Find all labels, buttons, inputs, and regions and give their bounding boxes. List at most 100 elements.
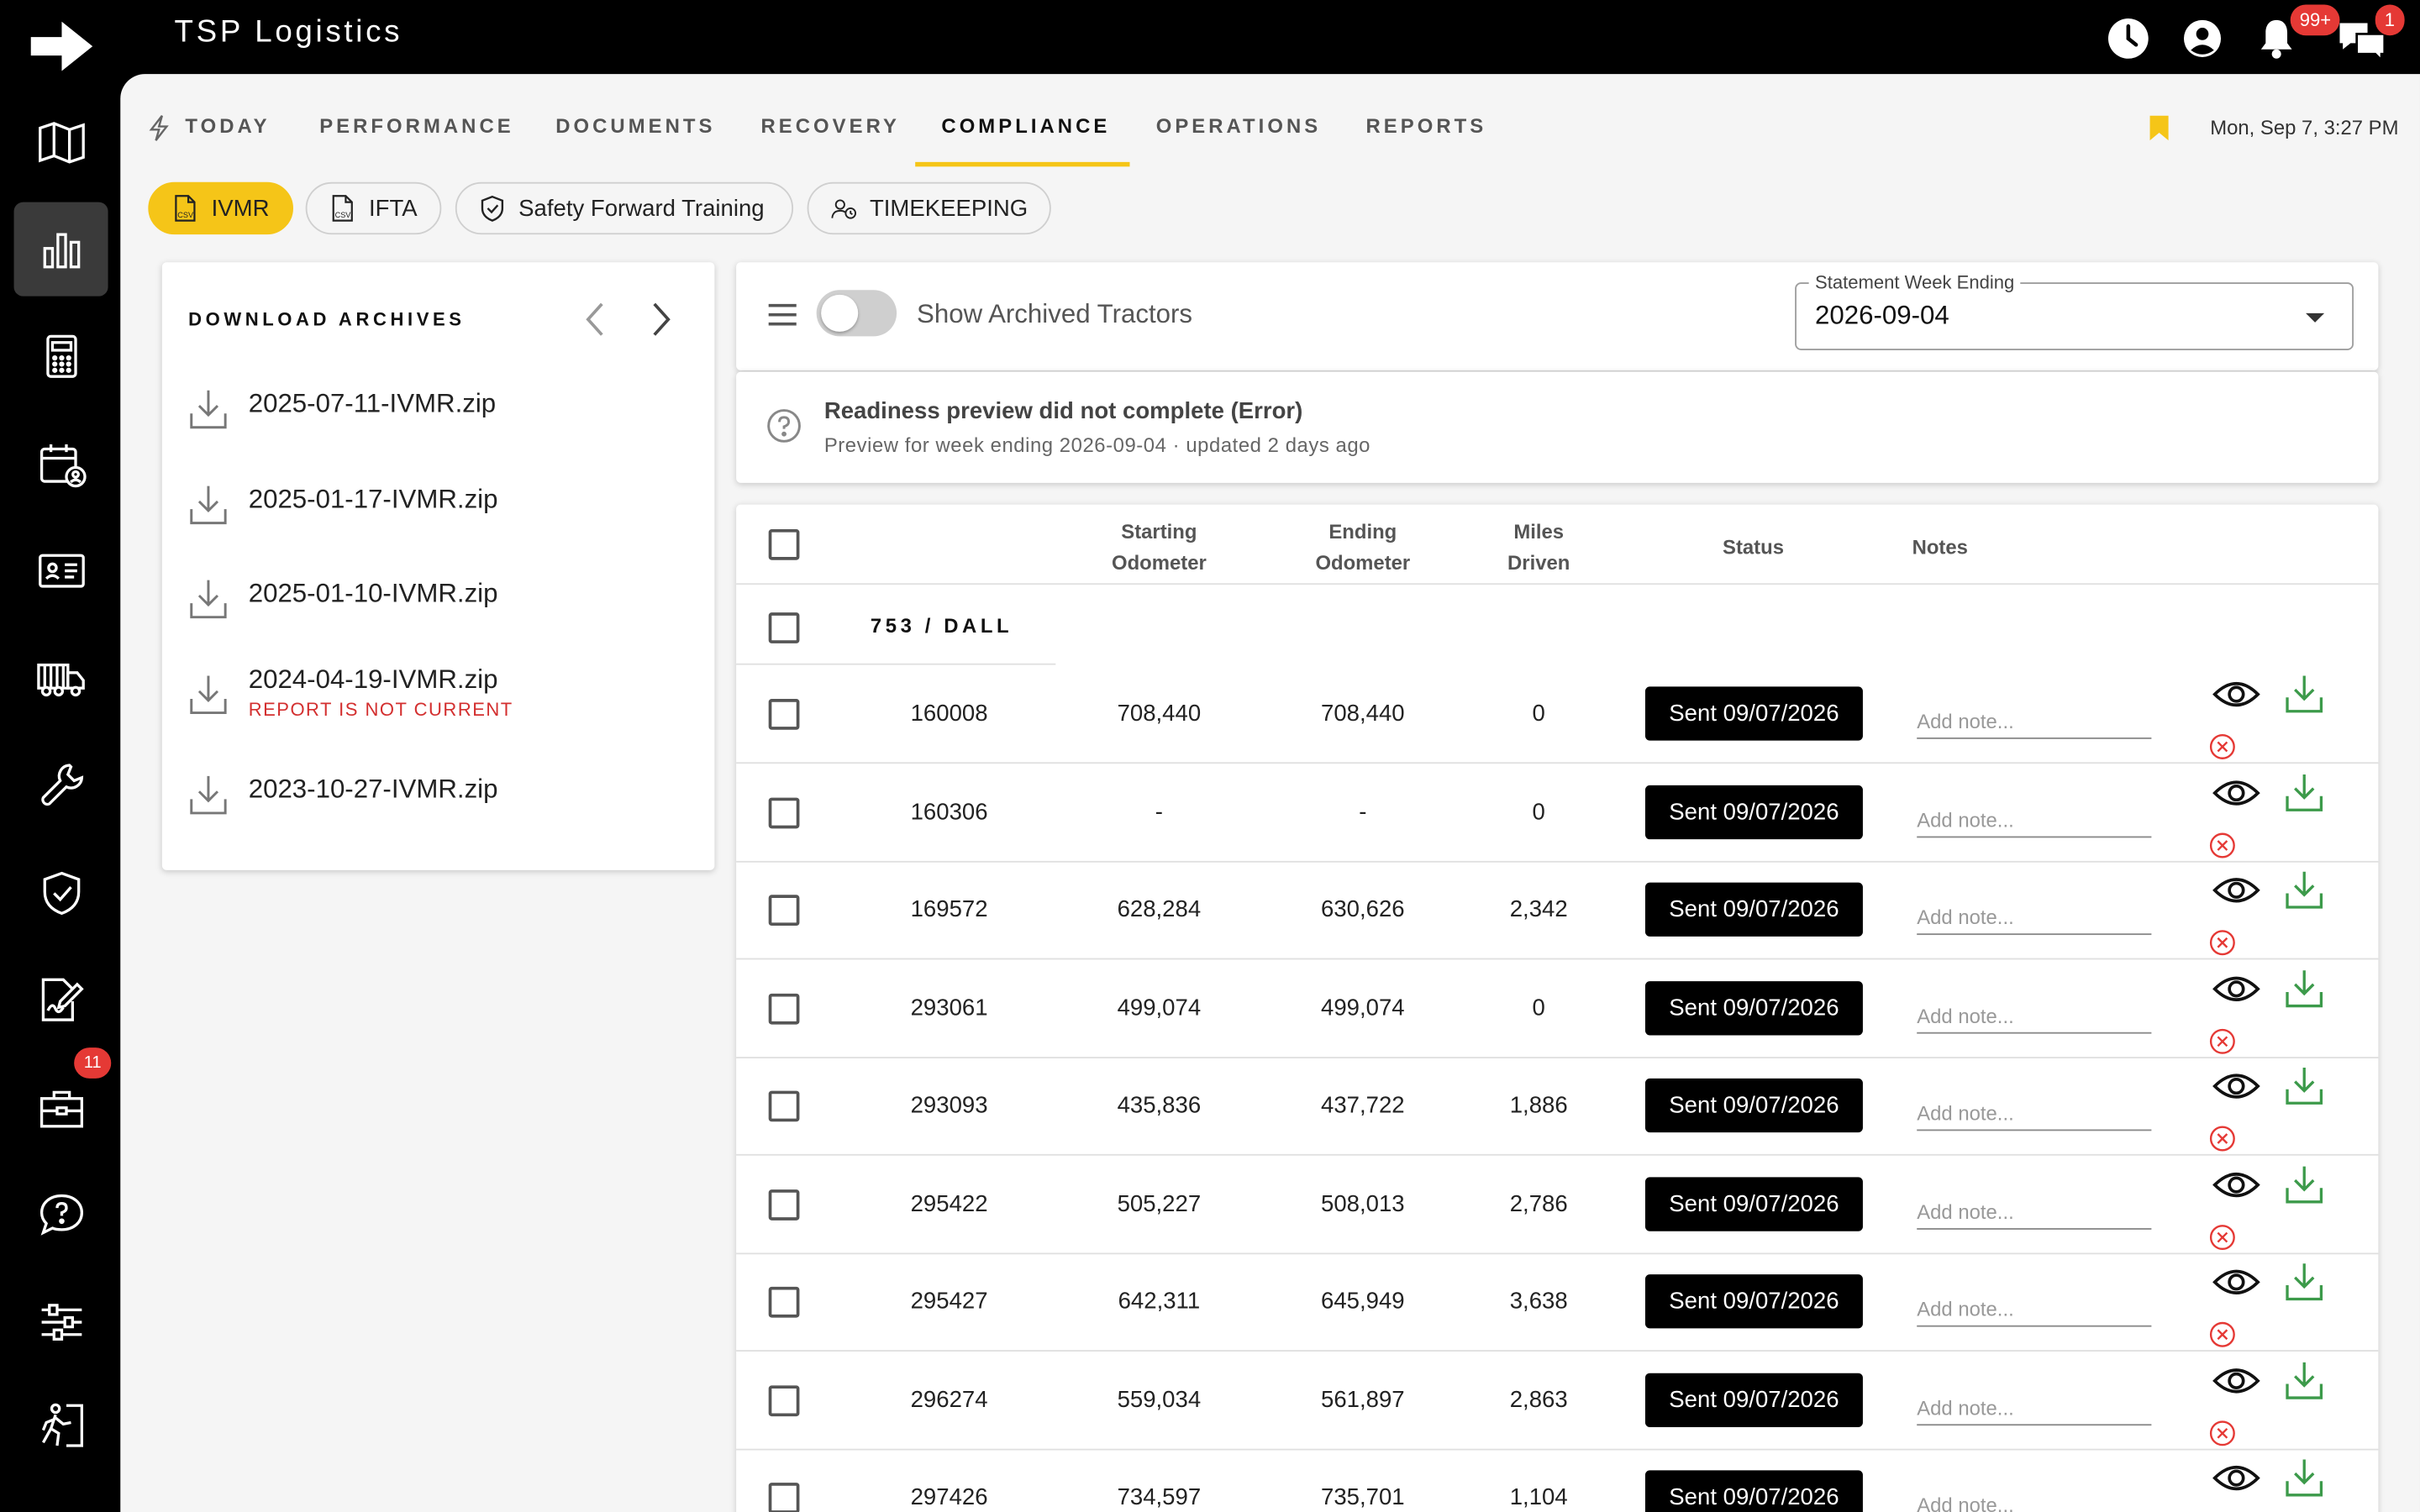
menu-icon[interactable] xyxy=(767,302,798,327)
remove-circle-icon[interactable] xyxy=(2208,1026,2236,1054)
bar-chart-icon xyxy=(42,232,80,268)
download-icon[interactable] xyxy=(2283,1064,2326,1107)
header-divider xyxy=(736,583,2379,585)
sidebar-item-safety[interactable] xyxy=(14,846,108,940)
status-button[interactable]: Sent 09/07/2026 xyxy=(1644,1274,1863,1329)
archive-file[interactable]: 2025-01-17-IVMR.zip xyxy=(187,475,681,537)
sidebar-item-drivers[interactable] xyxy=(14,523,108,617)
eye-icon[interactable] xyxy=(2212,1167,2261,1200)
remove-circle-icon[interactable] xyxy=(2208,732,2236,760)
eye-icon[interactable] xyxy=(2212,971,2261,1005)
status-button[interactable]: Sent 09/07/2026 xyxy=(1644,784,1863,839)
unit-number: 169572 xyxy=(910,896,988,923)
sidebar-item-map[interactable] xyxy=(14,94,108,188)
note-input[interactable]: Add note... xyxy=(1917,1391,2152,1425)
chevron-right-icon[interactable] xyxy=(644,299,677,339)
archived-tractors-toggle[interactable] xyxy=(816,290,897,337)
download-tray-icon xyxy=(190,486,227,525)
note-input[interactable]: Add note... xyxy=(1917,1488,2151,1512)
row-checkbox[interactable] xyxy=(768,1189,800,1220)
svg-text:CSV: CSV xyxy=(335,211,352,219)
status-button[interactable]: Sent 09/07/2026 xyxy=(1644,1372,1863,1427)
download-icon[interactable] xyxy=(2283,1457,2326,1499)
select-all-checkbox[interactable] xyxy=(768,528,800,560)
group-checkbox[interactable] xyxy=(768,612,800,643)
chip-ivmr[interactable]: CSV IVMR xyxy=(148,181,293,235)
sidebar-item-performance[interactable] xyxy=(13,202,108,297)
account-icon[interactable] xyxy=(2179,15,2225,61)
remove-circle-icon[interactable] xyxy=(2208,1419,2236,1446)
note-input[interactable]: Add note... xyxy=(1917,1293,2152,1327)
bookmark-icon[interactable] xyxy=(2149,114,2170,142)
chip-ifta[interactable]: CSV IFTA xyxy=(305,181,442,235)
sidebar-item-calculator[interactable] xyxy=(14,308,108,402)
eye-icon[interactable] xyxy=(2212,1363,2261,1397)
status-button[interactable]: Sent 09/07/2026 xyxy=(1644,1078,1863,1133)
row-checkbox[interactable] xyxy=(768,992,800,1024)
archive-file[interactable]: 2023-10-27-IVMR.zip xyxy=(187,765,681,827)
sidebar-item-contracts[interactable] xyxy=(14,952,108,1046)
tab-today[interactable]: TODAY xyxy=(185,114,270,138)
archive-file[interactable]: 2025-07-11-IVMR.zip xyxy=(187,380,681,441)
note-input[interactable]: Add note... xyxy=(1917,803,2152,837)
eye-icon[interactable] xyxy=(2212,775,2261,809)
note-input[interactable]: Add note... xyxy=(1917,999,2152,1033)
clock-icon[interactable] xyxy=(2105,15,2151,61)
note-input[interactable]: Add note... xyxy=(1917,705,2152,739)
note-input[interactable]: Add note... xyxy=(1917,1097,2152,1131)
sidebar-item-toolbox[interactable]: 11 xyxy=(14,1047,112,1154)
statement-week-select[interactable]: Statement Week Ending 2026-09-04 xyxy=(1795,271,2354,350)
download-icon[interactable] xyxy=(2283,673,2326,716)
remove-circle-icon[interactable] xyxy=(2208,1320,2236,1348)
sidebar-item-fleet[interactable] xyxy=(14,631,108,725)
tab-operations[interactable]: OPERATIONS xyxy=(1156,114,1322,138)
note-input[interactable]: Add note... xyxy=(1917,901,2152,936)
eye-icon[interactable] xyxy=(2212,1461,2261,1494)
download-icon[interactable] xyxy=(2283,967,2326,1010)
status-button[interactable]: Sent 09/07/2026 xyxy=(1644,1176,1863,1231)
download-icon[interactable] xyxy=(2283,869,2326,911)
download-icon[interactable] xyxy=(2283,1261,2326,1304)
sidebar-item-settings[interactable] xyxy=(14,1274,108,1368)
sidebar-item-schedule[interactable] xyxy=(14,417,108,511)
download-icon[interactable] xyxy=(2283,1163,2326,1205)
sidebar-item-logout[interactable] xyxy=(14,1378,108,1472)
chip-safety-forward-training[interactable]: Safety Forward Training xyxy=(455,181,794,235)
eye-icon[interactable] xyxy=(2212,677,2261,711)
row-checkbox[interactable] xyxy=(768,1483,800,1512)
archive-file[interactable]: 2024-04-19-IVMR.zip REPORT IS NOT CURREN… xyxy=(187,665,681,736)
archive-file[interactable]: 2025-01-10-IVMR.zip xyxy=(187,570,681,631)
row-checkbox[interactable] xyxy=(768,796,800,828)
eye-icon[interactable] xyxy=(2212,874,2261,907)
logo-arrow-icon[interactable] xyxy=(28,15,96,76)
row-checkbox[interactable] xyxy=(768,1384,800,1416)
sidebar-item-maintenance[interactable] xyxy=(14,738,108,832)
remove-circle-icon[interactable] xyxy=(2208,929,2236,957)
status-button[interactable]: Sent 09/07/2026 xyxy=(1644,686,1863,741)
tab-performance[interactable]: PERFORMANCE xyxy=(319,114,514,138)
sidebar-item-support[interactable] xyxy=(14,1167,108,1261)
remove-circle-icon[interactable] xyxy=(2208,1125,2236,1152)
row-checkbox[interactable] xyxy=(768,699,800,730)
question-circle-icon[interactable] xyxy=(765,407,802,444)
tab-documents[interactable]: DOCUMENTS xyxy=(555,114,715,138)
status-button[interactable]: Sent 09/07/2026 xyxy=(1644,1470,1863,1512)
tab-reports[interactable]: REPORTS xyxy=(1366,114,1487,138)
eye-icon[interactable] xyxy=(2212,1265,2261,1299)
tab-recovery[interactable]: RECOVERY xyxy=(761,114,900,138)
eye-icon[interactable] xyxy=(2212,1069,2261,1103)
status-button[interactable]: Sent 09/07/2026 xyxy=(1644,882,1863,937)
chevron-left-icon[interactable] xyxy=(579,299,613,339)
status-button[interactable]: Sent 09/07/2026 xyxy=(1644,980,1863,1035)
remove-circle-icon[interactable] xyxy=(2208,1223,2236,1251)
download-icon[interactable] xyxy=(2283,770,2326,813)
tab-compliance[interactable]: COMPLIANCE xyxy=(941,114,1110,138)
remove-circle-icon[interactable] xyxy=(2208,831,2236,858)
notifications-badge: 99+ xyxy=(2290,4,2341,36)
row-checkbox[interactable] xyxy=(768,1286,800,1318)
note-input[interactable]: Add note... xyxy=(1917,1195,2152,1229)
chip-timekeeping[interactable]: TIMEKEEPING xyxy=(807,181,1051,235)
row-checkbox[interactable] xyxy=(768,1090,800,1122)
row-checkbox[interactable] xyxy=(768,895,800,927)
download-icon[interactable] xyxy=(2283,1358,2326,1401)
